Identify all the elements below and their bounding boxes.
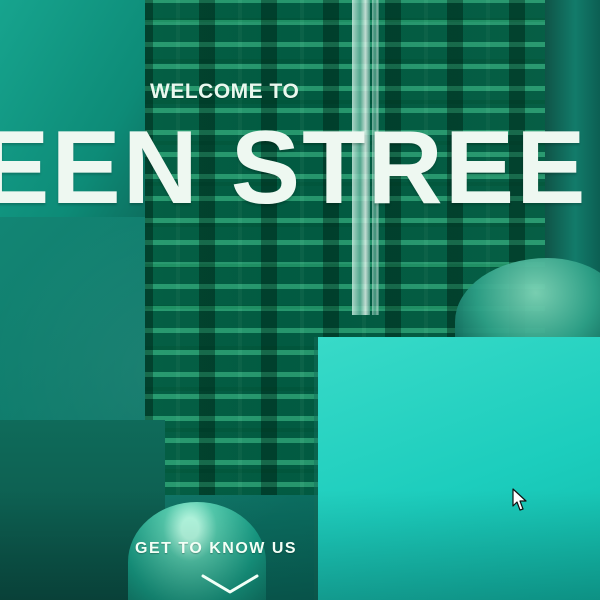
welcome-heading: WELCOME TO	[150, 80, 300, 103]
chevron-down-icon[interactable]	[201, 573, 259, 596]
mouse-cursor-icon	[512, 488, 527, 511]
hero-section: WELCOME TO EEN STREE GET TO KNOW US	[0, 0, 600, 600]
hero-headline: EEN STREE	[0, 110, 588, 226]
get-to-know-us-link[interactable]: GET TO KNOW US	[135, 540, 335, 562]
